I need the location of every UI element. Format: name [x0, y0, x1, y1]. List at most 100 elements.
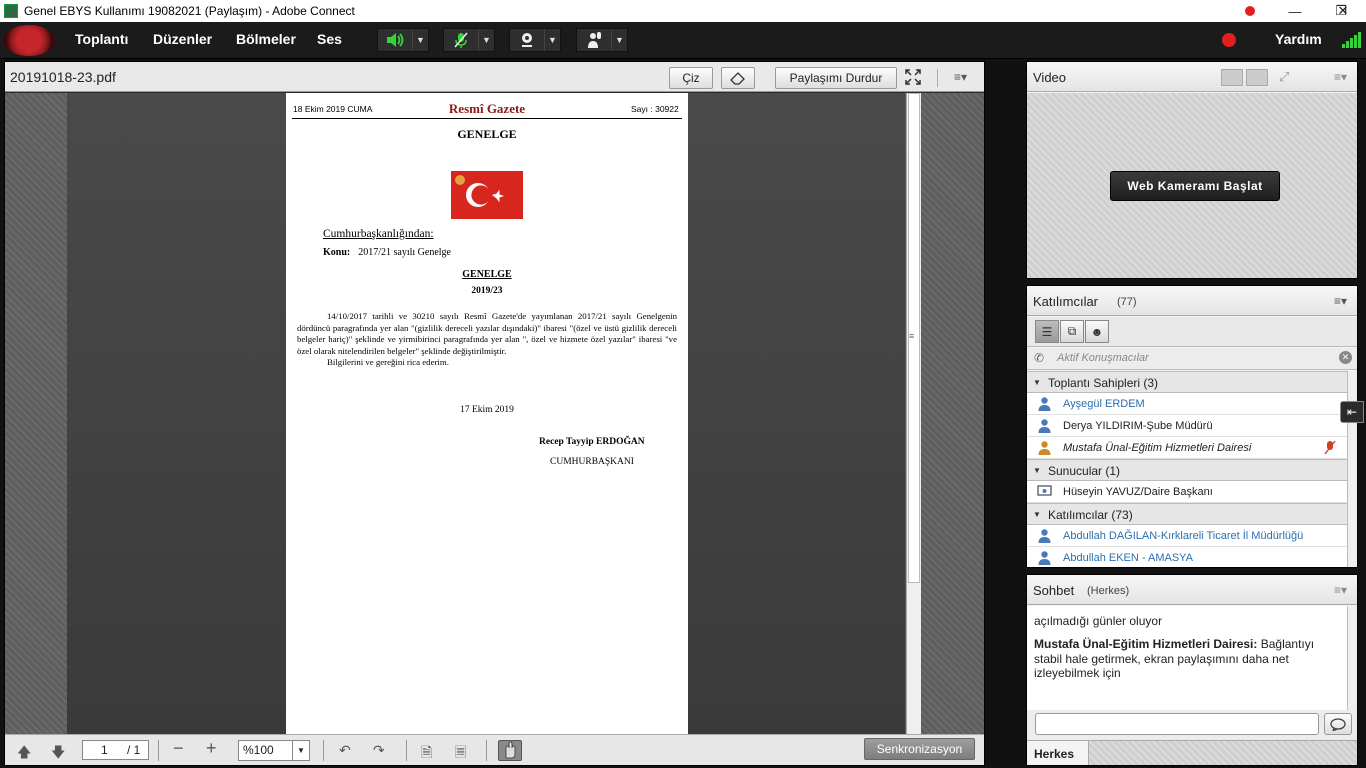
rotate-right-icon[interactable]: ↷	[373, 742, 385, 759]
eraser-button[interactable]	[721, 67, 755, 89]
header-divider	[937, 69, 938, 87]
chat-sender: Mustafa Ünal-Eğitim Hizmetleri Dairesi:	[1034, 637, 1258, 651]
microphone-toggle[interactable]: ▼	[443, 28, 495, 52]
filmstrip-view-icon[interactable]	[1246, 69, 1268, 86]
chevron-down-icon[interactable]: ▼	[544, 29, 560, 51]
window-titlebar: Genel EBYS Kullanımı 19082021 (Paylaşım)…	[0, 0, 1366, 22]
document-date: 17 Ekim 2019	[460, 405, 514, 415]
attendee-group-header[interactable]: ▼ Katılımcılar (73)	[1027, 503, 1347, 525]
fullscreen-icon[interactable]: ⤢	[1279, 69, 1289, 85]
chevron-down-icon[interactable]: ▼	[412, 29, 428, 51]
zoom-level-select[interactable]: %100 ▼	[238, 740, 310, 761]
turkish-flag-icon	[451, 171, 523, 219]
close-button[interactable]: ✕	[1320, 0, 1366, 22]
attendee-view-toolbar: ☰ ⧉ ☻	[1027, 317, 1357, 347]
adobe-connect-icon	[4, 4, 18, 18]
zoom-in-icon[interactable]: +	[206, 738, 217, 759]
raise-hand-toggle[interactable]: ▼	[576, 28, 628, 52]
speaker-icon	[378, 29, 412, 51]
attendee-row[interactable]: Abdullah EKEN - AMASYA	[1027, 547, 1347, 567]
menu-ses[interactable]: Ses	[317, 31, 342, 47]
attendee-group-header[interactable]: ▼ Sunucular (1)	[1027, 459, 1347, 481]
chevron-down-icon[interactable]: ▼	[478, 29, 494, 51]
attendee-row[interactable]: Mustafa Ünal-Eğitim Hizmetleri Dairesi	[1027, 437, 1347, 459]
start-webcam-button[interactable]: Web Kameramı Başlat	[1110, 171, 1280, 201]
draw-button[interactable]: Çiz	[669, 67, 713, 89]
webcam-toggle[interactable]: ▼	[509, 28, 561, 52]
breakout-view-button[interactable]: ⧉	[1060, 320, 1084, 343]
user-icon	[1038, 419, 1051, 433]
list-view-button[interactable]: ☰	[1035, 320, 1059, 343]
signer-name: Recep Tayyip ERDOĞAN	[539, 437, 645, 447]
synchronize-button[interactable]: Senkronizasyon	[864, 738, 975, 760]
pod-options-menu-icon[interactable]: ≡▾	[954, 70, 967, 84]
page-total: / 1	[127, 743, 141, 757]
status-view-button[interactable]: ☻	[1085, 320, 1109, 343]
single-page-icon[interactable]: 🗎	[421, 742, 432, 766]
user-icon	[1038, 551, 1051, 565]
chat-message: Mustafa Ünal-Eğitim Hizmetleri Dairesi: …	[1034, 637, 1339, 681]
menu-duzenler[interactable]: Düzenler	[153, 31, 212, 47]
grid-view-icon[interactable]	[1221, 69, 1243, 86]
previous-page-icon[interactable]: 🡅	[17, 742, 31, 766]
group-label: Katılımcılar (73)	[1048, 508, 1133, 522]
zoom-out-icon[interactable]: −	[173, 738, 184, 759]
video-pod-title: Video	[1033, 70, 1067, 85]
pod-options-menu-icon[interactable]: ≡▾	[1334, 583, 1347, 597]
attendee-name: Abdullah DAĞILAN-Kırklareli Ticaret İl M…	[1063, 530, 1304, 542]
dock-arrow-icon[interactable]: ⇤	[1340, 401, 1364, 423]
chat-scrollbar[interactable]	[1347, 606, 1357, 710]
document-scrollbar[interactable]: ≡	[906, 93, 921, 734]
document-heading: GENELGE	[457, 127, 517, 141]
webcam-icon	[510, 29, 544, 51]
send-message-button[interactable]	[1324, 713, 1352, 735]
active-speakers-label: Aktif Konuşmacılar	[1057, 352, 1149, 364]
document-subject: Konu: 2017/21 sayılı Genelge	[323, 247, 451, 258]
document-closing: Bilgilerini ve gereğini rica ederim.	[327, 357, 449, 367]
chat-message-input[interactable]	[1035, 713, 1319, 735]
help-menu[interactable]: Yardım	[1275, 31, 1322, 47]
share-pod: 20191018-23.pdf Çiz Paylaşımı Durdur ≡▾ …	[4, 61, 985, 766]
fullscreen-icon[interactable]	[905, 69, 921, 90]
collapse-triangle-icon: ▼	[1033, 378, 1041, 387]
chat-pod: Sohbet (Herkes) ≡▾ açılmadığı günler olu…	[1026, 574, 1358, 766]
chat-tab-everyone[interactable]: Herkes	[1027, 741, 1089, 765]
recording-icon[interactable]	[1222, 33, 1236, 47]
rotate-left-icon[interactable]: ↶	[339, 742, 351, 759]
scrollbar-grip-icon: ≡	[909, 331, 915, 341]
attendee-row[interactable]: Hüseyin YAVUZ/Daire Başkanı	[1027, 481, 1347, 503]
gazette-issue-number: Sayı : 30922	[631, 104, 679, 114]
chevron-down-icon[interactable]: ▼	[611, 29, 627, 51]
menu-bolmeler[interactable]: Bölmeler	[236, 31, 296, 47]
pod-options-menu-icon[interactable]: ≡▾	[1334, 70, 1347, 84]
attendee-count: (77)	[1117, 296, 1137, 308]
status-person-icon	[577, 29, 611, 51]
stop-sharing-button[interactable]: Paylaşımı Durdur	[775, 67, 897, 89]
header-rule	[292, 118, 682, 119]
attendee-name: Hüseyin YAVUZ/Daire Başkanı	[1063, 486, 1213, 498]
attendees-pod-header: Katılımcılar (77) ≡▾	[1027, 286, 1357, 316]
microphone-muted-icon	[444, 29, 478, 51]
user-icon	[1038, 441, 1051, 455]
chevron-down-icon: ▼	[292, 741, 309, 760]
collapse-triangle-icon: ▼	[1033, 510, 1041, 519]
user-icon	[1038, 397, 1051, 411]
attendee-row[interactable]: Ayşegül ERDEM	[1027, 393, 1347, 415]
record-indicator-icon	[1245, 6, 1255, 16]
pod-options-menu-icon[interactable]: ≡▾	[1334, 294, 1347, 308]
issuing-authority: Cumhurbaşkanlığından:	[323, 228, 434, 240]
multi-page-icon[interactable]: 🗏	[455, 742, 466, 766]
menu-bar: Toplantı Düzenler Bölmeler Ses ▼ ▼ ▼ ▼ Y…	[0, 22, 1366, 59]
pdf-page: 18 Ekim 2019 CUMA Resmî Gazete Sayı : 30…	[286, 93, 688, 734]
user-icon	[1038, 529, 1051, 543]
attendee-group-header[interactable]: ▼ Toplantı Sahipleri (3)	[1027, 371, 1347, 393]
speaker-toggle[interactable]: ▼	[377, 28, 429, 52]
menu-toplanti[interactable]: Toplantı	[75, 31, 128, 47]
close-icon[interactable]: ✕	[1339, 351, 1352, 364]
next-page-icon[interactable]: 🡇	[51, 742, 65, 766]
attendee-row[interactable]: Abdullah DAĞILAN-Kırklareli Ticaret İl M…	[1027, 525, 1347, 547]
attendee-row[interactable]: Derya YILDIRIM-Şube Müdürü	[1027, 415, 1347, 437]
video-area: Web Kameramı Başlat	[1027, 93, 1357, 278]
pan-hand-button[interactable]	[498, 740, 522, 761]
collapse-triangle-icon: ▼	[1033, 466, 1041, 475]
